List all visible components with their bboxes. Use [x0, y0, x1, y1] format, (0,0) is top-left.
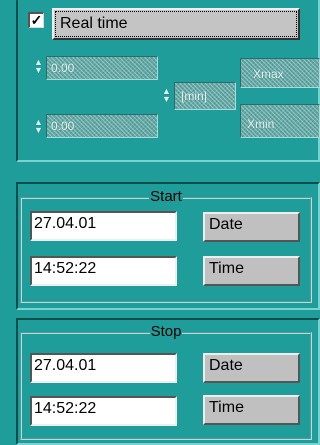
spin-unit: ▲ ▼ [162, 87, 172, 104]
unit-field: [min] [174, 82, 236, 110]
realtime-label: Real time [60, 15, 128, 32]
start-time-button[interactable]: Time [203, 256, 300, 286]
stop-title: Stop [149, 323, 183, 340]
check-icon: ✓ [30, 12, 43, 28]
start-date-button[interactable]: Date [203, 212, 300, 242]
start-date-label: Date [209, 216, 243, 233]
stop-time-value: 14:52:22 [34, 400, 97, 417]
scale-value2: 0.00 [51, 119, 75, 133]
start-title: Start [149, 188, 183, 205]
spin-down-icon: ▼ [162, 94, 171, 104]
scale-value1-field: 0.00 [46, 56, 158, 80]
stop-date-field[interactable]: 27.04.01 [30, 353, 177, 383]
start-date-field[interactable]: 27.04.01 [30, 211, 177, 241]
stop-time-label: Time [209, 399, 244, 416]
xmax-label: Xmax [253, 67, 284, 81]
start-time-value: 14:52:22 [34, 260, 97, 277]
stop-date-button[interactable]: Date [203, 353, 300, 383]
scale-value1: 0.00 [51, 61, 75, 75]
scale-value2-field: 0.00 [46, 114, 158, 138]
xmin-button: Xmin [240, 104, 320, 138]
spin-1: ▲ ▼ [34, 58, 44, 75]
realtime-toggle[interactable]: Real time [52, 8, 300, 40]
stop-date-label: Date [209, 357, 243, 374]
start-date-value: 27.04.01 [34, 215, 97, 232]
unit-label: [min] [181, 89, 208, 103]
spin-2: ▲ ▼ [34, 118, 44, 135]
stop-date-value: 27.04.01 [34, 357, 97, 374]
spin-down-icon: ▼ [34, 125, 43, 135]
realtime-checkbox[interactable]: ✓ [28, 12, 44, 28]
stop-time-button[interactable]: Time [203, 395, 300, 425]
start-time-label: Time [209, 260, 244, 277]
spin-down-icon: ▼ [34, 65, 43, 75]
xmax-button: Xmax [240, 58, 320, 88]
stop-time-field[interactable]: 14:52:22 [30, 396, 177, 426]
start-time-field[interactable]: 14:52:22 [30, 256, 177, 286]
xmin-label: Xmin [247, 117, 275, 131]
